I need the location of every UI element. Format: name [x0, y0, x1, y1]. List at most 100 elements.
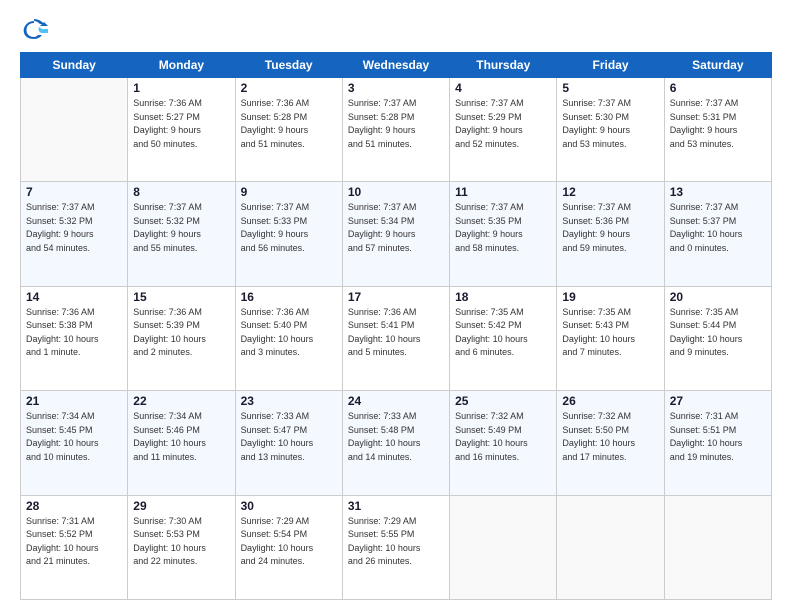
day-number: 19	[562, 290, 658, 304]
day-info: Sunrise: 7:35 AM Sunset: 5:42 PM Dayligh…	[455, 306, 551, 360]
day-number: 27	[670, 394, 766, 408]
weekday-header-tuesday: Tuesday	[235, 53, 342, 78]
calendar-cell: 28 Sunrise: 7:31 AM Sunset: 5:52 PM Dayli…	[21, 495, 128, 599]
weekday-header-monday: Monday	[128, 53, 235, 78]
day-number: 9	[241, 185, 337, 199]
calendar-cell: 4Sunrise: 7:37 AM Sunset: 5:29 PM Daylig…	[450, 78, 557, 182]
day-info: Sunrise: 7:35 AM Sunset: 5:44 PM Dayligh…	[670, 306, 766, 360]
calendar-cell: 9 Sunrise: 7:37 AM Sunset: 5:33 PM Daylig…	[235, 182, 342, 286]
calendar-cell	[450, 495, 557, 599]
day-number: 30	[241, 499, 337, 513]
calendar-cell	[664, 495, 771, 599]
calendar-cell: 24Sunrise: 7:33 AM Sunset: 5:48 PM Dayli…	[342, 391, 449, 495]
day-info: Sunrise: 7:34 AM Sunset: 5:45 PM Dayligh…	[26, 410, 122, 464]
day-number: 21	[26, 394, 122, 408]
calendar-cell: 22 Sunrise: 7:34 AM Sunset: 5:46 PM Dayli…	[128, 391, 235, 495]
calendar-cell: 31Sunrise: 7:29 AM Sunset: 5:55 PM Dayli…	[342, 495, 449, 599]
calendar-cell: 17 Sunrise: 7:36 AM Sunset: 5:41 PM Dayli…	[342, 286, 449, 390]
day-info: Sunrise: 7:37 AM Sunset: 5:36 PM Dayligh…	[562, 201, 658, 255]
day-number: 3	[348, 81, 444, 95]
day-number: 5	[562, 81, 658, 95]
day-info: Sunrise: 7:30 AM Sunset: 5:53 PM Dayligh…	[133, 515, 229, 569]
weekday-header-saturday: Saturday	[664, 53, 771, 78]
calendar-week-row: 21 Sunrise: 7:34 AM Sunset: 5:45 PM Dayli…	[21, 391, 772, 495]
day-info: Sunrise: 7:36 AM Sunset: 5:40 PM Dayligh…	[241, 306, 337, 360]
day-info: Sunrise: 7:33 AM Sunset: 5:47 PM Dayligh…	[241, 410, 337, 464]
calendar-week-row: 28 Sunrise: 7:31 AM Sunset: 5:52 PM Dayli…	[21, 495, 772, 599]
day-info: Sunrise: 7:36 AM Sunset: 5:39 PM Dayligh…	[133, 306, 229, 360]
weekday-header-row: SundayMondayTuesdayWednesdayThursdayFrid…	[21, 53, 772, 78]
day-number: 12	[562, 185, 658, 199]
day-number: 11	[455, 185, 551, 199]
day-number: 25	[455, 394, 551, 408]
day-info: Sunrise: 7:37 AM Sunset: 5:32 PM Dayligh…	[133, 201, 229, 255]
day-info: Sunrise: 7:37 AM Sunset: 5:28 PM Dayligh…	[348, 97, 444, 151]
page: SundayMondayTuesdayWednesdayThursdayFrid…	[0, 0, 792, 612]
calendar-cell: 16Sunrise: 7:36 AM Sunset: 5:40 PM Dayli…	[235, 286, 342, 390]
day-info: Sunrise: 7:32 AM Sunset: 5:49 PM Dayligh…	[455, 410, 551, 464]
day-number: 7	[26, 185, 122, 199]
day-info: Sunrise: 7:29 AM Sunset: 5:54 PM Dayligh…	[241, 515, 337, 569]
calendar-cell: 15 Sunrise: 7:36 AM Sunset: 5:39 PM Dayli…	[128, 286, 235, 390]
day-number: 1	[133, 81, 229, 95]
day-number: 15	[133, 290, 229, 304]
day-number: 18	[455, 290, 551, 304]
day-info: Sunrise: 7:36 AM Sunset: 5:28 PM Dayligh…	[241, 97, 337, 151]
day-number: 26	[562, 394, 658, 408]
day-info: Sunrise: 7:34 AM Sunset: 5:46 PM Dayligh…	[133, 410, 229, 464]
logo-icon	[20, 16, 48, 44]
day-number: 17	[348, 290, 444, 304]
day-number: 13	[670, 185, 766, 199]
day-info: Sunrise: 7:37 AM Sunset: 5:37 PM Dayligh…	[670, 201, 766, 255]
weekday-header-thursday: Thursday	[450, 53, 557, 78]
day-number: 24	[348, 394, 444, 408]
day-info: Sunrise: 7:36 AM Sunset: 5:38 PM Dayligh…	[26, 306, 122, 360]
calendar-cell	[557, 495, 664, 599]
day-number: 29	[133, 499, 229, 513]
day-info: Sunrise: 7:31 AM Sunset: 5:52 PM Dayligh…	[26, 515, 122, 569]
weekday-header-wednesday: Wednesday	[342, 53, 449, 78]
calendar-table: SundayMondayTuesdayWednesdayThursdayFrid…	[20, 52, 772, 600]
day-info: Sunrise: 7:37 AM Sunset: 5:33 PM Dayligh…	[241, 201, 337, 255]
day-info: Sunrise: 7:37 AM Sunset: 5:32 PM Dayligh…	[26, 201, 122, 255]
day-info: Sunrise: 7:29 AM Sunset: 5:55 PM Dayligh…	[348, 515, 444, 569]
day-number: 6	[670, 81, 766, 95]
calendar-cell: 27Sunrise: 7:31 AM Sunset: 5:51 PM Dayli…	[664, 391, 771, 495]
calendar-cell: 26Sunrise: 7:32 AM Sunset: 5:50 PM Dayli…	[557, 391, 664, 495]
day-number: 2	[241, 81, 337, 95]
day-info: Sunrise: 7:37 AM Sunset: 5:30 PM Dayligh…	[562, 97, 658, 151]
calendar-cell: 29 Sunrise: 7:30 AM Sunset: 5:53 PM Dayli…	[128, 495, 235, 599]
calendar-cell: 18 Sunrise: 7:35 AM Sunset: 5:42 PM Dayli…	[450, 286, 557, 390]
day-number: 8	[133, 185, 229, 199]
day-number: 20	[670, 290, 766, 304]
day-info: Sunrise: 7:36 AM Sunset: 5:41 PM Dayligh…	[348, 306, 444, 360]
calendar-cell: 21 Sunrise: 7:34 AM Sunset: 5:45 PM Dayli…	[21, 391, 128, 495]
day-info: Sunrise: 7:37 AM Sunset: 5:35 PM Dayligh…	[455, 201, 551, 255]
calendar-cell: 11 Sunrise: 7:37 AM Sunset: 5:35 PM Dayli…	[450, 182, 557, 286]
calendar-cell: 20 Sunrise: 7:35 AM Sunset: 5:44 PM Dayli…	[664, 286, 771, 390]
day-number: 14	[26, 290, 122, 304]
calendar-cell: 6Sunrise: 7:37 AM Sunset: 5:31 PM Daylig…	[664, 78, 771, 182]
day-info: Sunrise: 7:37 AM Sunset: 5:34 PM Dayligh…	[348, 201, 444, 255]
day-info: Sunrise: 7:37 AM Sunset: 5:29 PM Dayligh…	[455, 97, 551, 151]
day-number: 10	[348, 185, 444, 199]
day-info: Sunrise: 7:35 AM Sunset: 5:43 PM Dayligh…	[562, 306, 658, 360]
calendar-cell: 30 Sunrise: 7:29 AM Sunset: 5:54 PM Dayli…	[235, 495, 342, 599]
day-number: 28	[26, 499, 122, 513]
logo	[20, 16, 52, 44]
calendar-cell: 12 Sunrise: 7:37 AM Sunset: 5:36 PM Dayli…	[557, 182, 664, 286]
calendar-cell: 10 Sunrise: 7:37 AM Sunset: 5:34 PM Dayli…	[342, 182, 449, 286]
day-info: Sunrise: 7:36 AM Sunset: 5:27 PM Dayligh…	[133, 97, 229, 151]
header	[20, 16, 772, 44]
day-number: 23	[241, 394, 337, 408]
weekday-header-friday: Friday	[557, 53, 664, 78]
weekday-header-sunday: Sunday	[21, 53, 128, 78]
calendar-cell: 25 Sunrise: 7:32 AM Sunset: 5:49 PM Dayli…	[450, 391, 557, 495]
calendar-cell	[21, 78, 128, 182]
calendar-cell: 2 Sunrise: 7:36 AM Sunset: 5:28 PM Daylig…	[235, 78, 342, 182]
calendar-week-row: 7 Sunrise: 7:37 AM Sunset: 5:32 PM Daylig…	[21, 182, 772, 286]
calendar-cell: 3 Sunrise: 7:37 AM Sunset: 5:28 PM Daylig…	[342, 78, 449, 182]
day-number: 22	[133, 394, 229, 408]
calendar-cell: 8 Sunrise: 7:37 AM Sunset: 5:32 PM Daylig…	[128, 182, 235, 286]
calendar-cell: 23 Sunrise: 7:33 AM Sunset: 5:47 PM Dayli…	[235, 391, 342, 495]
